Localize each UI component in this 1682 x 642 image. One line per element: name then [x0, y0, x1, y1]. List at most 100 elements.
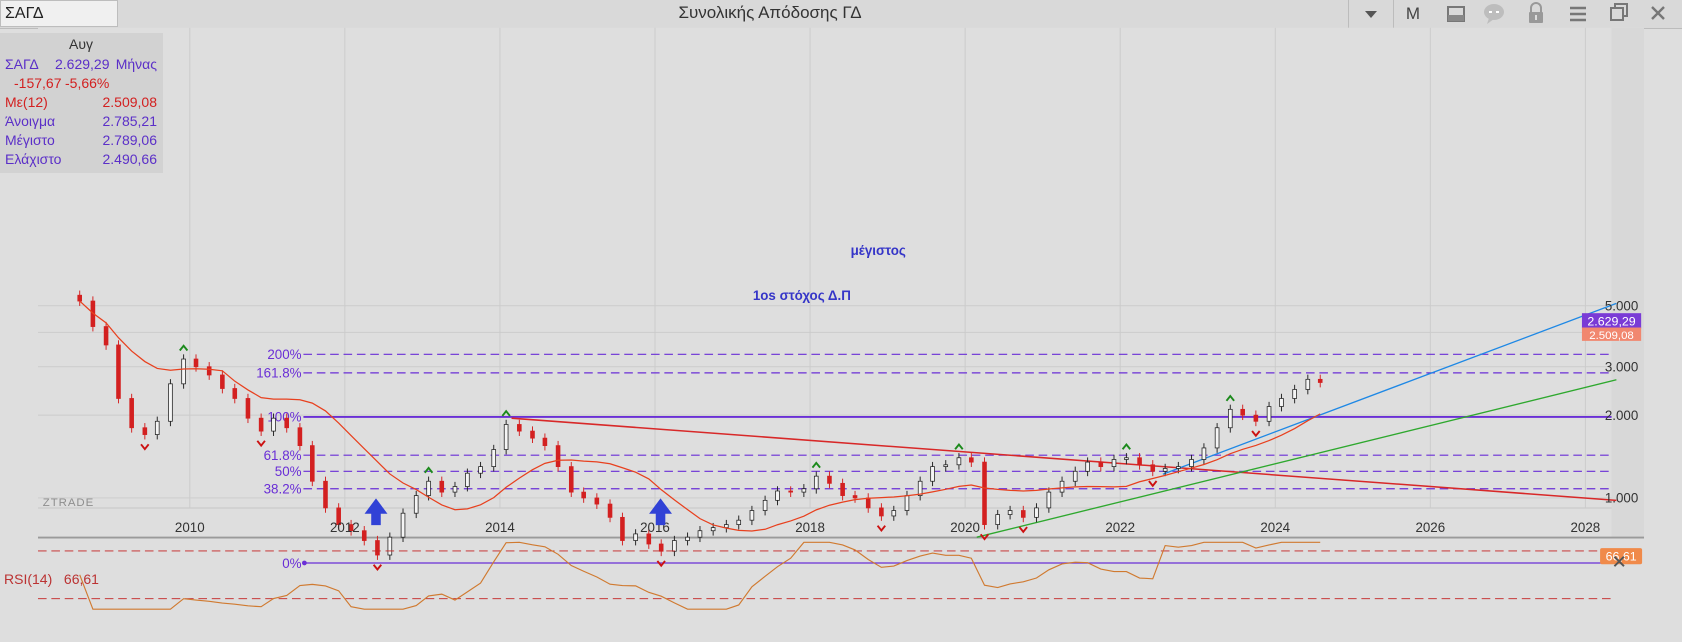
legend-high-value: 2.789,06	[102, 132, 158, 148]
rsi-value-tag-text: 66,61	[1606, 549, 1637, 563]
candle	[852, 495, 858, 499]
ma-price-tag-text: 2.509,08	[1589, 330, 1634, 342]
x-tick-label: 2026	[1415, 520, 1445, 535]
target-annotation: 1οs στόχος Δ.Π	[753, 288, 851, 303]
candle	[245, 398, 251, 419]
candle	[607, 503, 613, 518]
x-tick-label: 2022	[1105, 520, 1135, 535]
y-tick-label: 5.000	[1605, 299, 1638, 314]
candle	[323, 480, 328, 509]
candle	[762, 499, 768, 511]
candle	[517, 424, 522, 432]
candle	[232, 388, 238, 399]
candle	[1317, 378, 1323, 383]
candle	[1072, 470, 1078, 482]
fib-label: 50%	[275, 464, 302, 479]
candle	[400, 512, 406, 538]
candle	[284, 417, 290, 429]
candle	[1279, 398, 1284, 407]
candle	[375, 540, 380, 556]
candle	[646, 533, 652, 545]
legend-ma-label: Με(12)	[5, 94, 48, 110]
candle	[982, 461, 987, 525]
candle	[361, 530, 367, 541]
candle	[1111, 459, 1117, 467]
candle	[129, 398, 134, 429]
y-tick-label: 3.000	[1605, 360, 1638, 375]
y-tick-label: 1.000	[1605, 491, 1638, 506]
candle	[658, 543, 664, 552]
candle	[1201, 447, 1207, 460]
legend-symbol: ΣΑΓΔ	[5, 56, 39, 72]
candle	[891, 510, 897, 517]
candle	[206, 366, 212, 376]
x-tick-label: 2020	[950, 520, 980, 535]
candle	[1162, 468, 1168, 472]
legend-change-row: -157,67 -5,66%	[5, 74, 157, 93]
candle	[840, 482, 845, 496]
candle	[154, 420, 160, 435]
candle	[426, 480, 431, 496]
candle	[271, 417, 276, 432]
candle	[413, 495, 419, 514]
candle	[1189, 459, 1194, 467]
candle	[1176, 466, 1181, 469]
candle	[710, 527, 716, 532]
candle	[116, 344, 121, 399]
legend-open-label: Άνοιγμα	[5, 113, 56, 129]
x-tick-label: 2016	[640, 520, 670, 535]
candle	[220, 374, 225, 389]
rsi-panel	[37, 538, 1645, 613]
legend-open-row: Άνοιγμα 2.785,21	[5, 112, 157, 131]
legend-ma-row: Με(12) 2.509,08	[5, 93, 157, 112]
legend-ma-value: 2.509,08	[102, 94, 158, 110]
candle	[1305, 378, 1311, 390]
candle	[1020, 510, 1026, 518]
fib-label: 38.2%	[264, 482, 302, 497]
candle	[697, 530, 703, 538]
x-tick-label: 2018	[795, 520, 825, 535]
legend-low-value: 2.490,66	[102, 151, 158, 167]
candle	[478, 466, 483, 474]
candle	[801, 488, 807, 493]
candle	[491, 449, 497, 467]
candle	[1150, 464, 1156, 472]
candle	[452, 486, 458, 493]
candle	[865, 497, 871, 509]
candle	[1137, 457, 1142, 466]
candle	[1253, 414, 1259, 422]
fib-label: 0%	[282, 556, 301, 571]
legend-change: -157,67	[14, 75, 62, 91]
candle	[879, 507, 884, 517]
candle	[904, 495, 910, 511]
candle	[387, 536, 393, 556]
legend-last-value: 2.629,29	[55, 56, 110, 72]
legend-symbol-row: ΣΑΓΔ 2.629,29 Μήνας	[5, 55, 157, 74]
rsi-label: RSI(14) 66,61	[4, 571, 99, 587]
candle	[775, 490, 780, 501]
max-annotation: μέγιστος	[851, 243, 906, 258]
candle	[1059, 480, 1065, 493]
candle	[1214, 427, 1220, 449]
candle	[788, 490, 793, 493]
legend-change-pct: -5,66%	[65, 75, 110, 91]
candle	[103, 326, 109, 346]
candle	[930, 466, 935, 482]
price-chart[interactable]: 0%38.2%50%61.8%100%161.8%200% 2010 2012 20…	[0, 0, 1682, 613]
candle	[1240, 408, 1245, 416]
legend-high-label: Μέγιστο	[5, 132, 55, 148]
x-tick-label: 2012	[330, 520, 360, 535]
data-legend: Αυγ ΣΑΓΔ 2.629,29 Μήνας -157,67 -5,66% Μ…	[0, 33, 163, 173]
y-axis-panel	[1611, 27, 1645, 538]
candle	[594, 497, 600, 505]
candle	[1124, 457, 1129, 460]
candle	[142, 427, 148, 435]
legend-low-label: Ελάχιστο	[5, 151, 62, 167]
candle	[297, 427, 303, 446]
candle	[530, 430, 535, 439]
legend-low-row: Ελάχιστο 2.490,66	[5, 150, 157, 169]
fib-label: 161.8%	[256, 366, 301, 381]
candle	[672, 540, 677, 552]
candle	[310, 445, 315, 482]
x-tick-label: 2024	[1260, 520, 1290, 535]
